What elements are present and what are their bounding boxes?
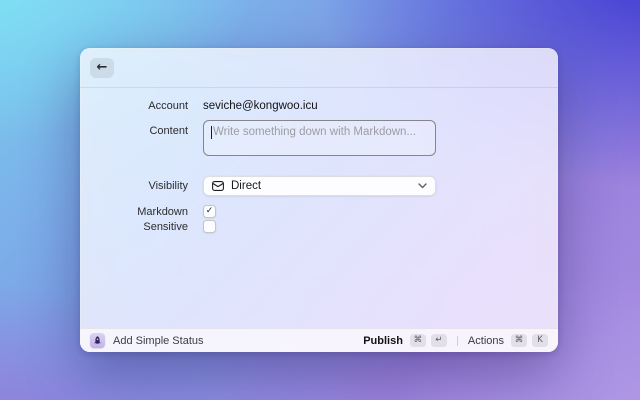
app-window: ← Account seviche@kongwoo.icu Content Wr… (80, 48, 558, 352)
command-key-icon: ⌘ (409, 334, 426, 347)
account-row: Account seviche@kongwoo.icu (80, 100, 558, 112)
footer-bar: Add Simple Status Publish ⌘ ↵ Actions ⌘ … (80, 328, 558, 352)
content-row: Content Write something down with Markdo… (80, 120, 558, 156)
account-value: seviche@kongwoo.icu (203, 100, 318, 112)
text-caret (211, 126, 212, 139)
k-key-icon: K (532, 334, 548, 347)
desktop-background: ← Account seviche@kongwoo.icu Content Wr… (0, 0, 640, 400)
visibility-row: Visibility Direct (80, 176, 558, 196)
actions-button[interactable]: Actions (468, 335, 504, 347)
return-key-icon: ↵ (430, 334, 447, 347)
account-label: Account (148, 100, 188, 112)
app-icon (90, 333, 105, 348)
status-form: Account seviche@kongwoo.icu Content Writ… (80, 88, 558, 233)
sensitive-checkbox[interactable] (203, 220, 216, 233)
content-textarea[interactable]: Write something down with Markdown... (203, 120, 436, 156)
visibility-value: Direct (231, 180, 262, 192)
chevron-down-icon (418, 183, 427, 189)
markdown-label: Markdown (137, 205, 188, 218)
arrow-left-icon: ← (96, 60, 108, 75)
footer-divider (456, 335, 458, 346)
envelope-icon (212, 181, 224, 191)
sensitive-label: Sensitive (143, 220, 188, 233)
sensitive-row: Sensitive (80, 220, 558, 233)
footer-actions: Publish ⌘ ↵ Actions ⌘ K (363, 334, 548, 347)
markdown-checkbox[interactable]: ✓ (203, 205, 216, 218)
content-placeholder: Write something down with Markdown... (213, 126, 417, 138)
back-button[interactable]: ← (90, 57, 114, 78)
visibility-label: Visibility (148, 180, 188, 192)
command-key-icon: ⌘ (511, 334, 527, 347)
content-label: Content (149, 125, 188, 137)
markdown-row: Markdown ✓ (80, 205, 558, 218)
visibility-select[interactable]: Direct (203, 176, 436, 196)
publish-button[interactable]: Publish (363, 335, 403, 347)
app-title: Add Simple Status (113, 334, 204, 347)
checkmark-icon: ✓ (205, 206, 214, 216)
window-header: ← (80, 48, 558, 88)
